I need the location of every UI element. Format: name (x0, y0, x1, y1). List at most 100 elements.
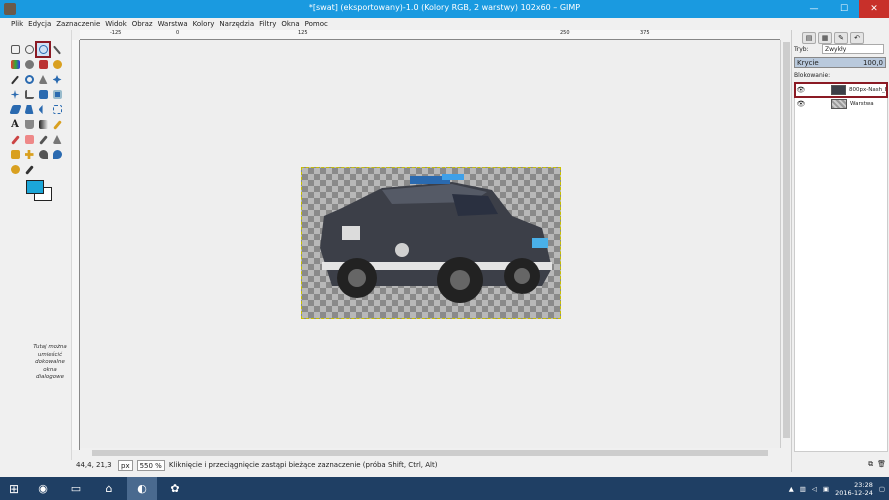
select-by-color-tool[interactable] (8, 57, 22, 72)
volume-icon[interactable]: ◁ (812, 485, 817, 493)
horizontal-scrollbar[interactable] (80, 448, 780, 458)
pencil-tool[interactable] (50, 117, 64, 132)
visibility-eye-icon[interactable]: 👁 (795, 86, 807, 94)
firefox-icon[interactable]: ◉ (28, 477, 58, 500)
scissors-icon (24, 60, 34, 69)
zoom-tool[interactable] (22, 72, 36, 87)
menu-view[interactable]: Widok (105, 18, 127, 30)
heal-tool[interactable] (22, 147, 36, 162)
move-icon (52, 75, 62, 84)
vertical-scrollbar-thumb[interactable] (783, 42, 790, 438)
foreground-color-swatch[interactable] (26, 180, 44, 194)
vertical-scrollbar[interactable] (780, 40, 791, 448)
windows-start-icon[interactable]: ⊞ (0, 477, 28, 500)
home-icon[interactable]: ⌂ (94, 477, 124, 500)
fg-bg-colors[interactable] (26, 180, 56, 204)
layer-row[interactable]: 👁 800px-Nash_B (794, 82, 888, 98)
paths-tab-icon[interactable]: ✎ (834, 32, 848, 44)
clone-tool[interactable] (8, 147, 22, 162)
paintbrush-tool[interactable] (8, 132, 22, 147)
menu-image[interactable]: Obraz (132, 18, 153, 30)
duplicate-layer-icon[interactable]: ⧉ (868, 460, 873, 470)
foreground-select-tool[interactable] (36, 57, 50, 72)
scissors-tool[interactable] (22, 57, 36, 72)
rotate-tool[interactable] (36, 87, 50, 102)
align-tool[interactable] (8, 87, 22, 102)
blend-tool[interactable] (36, 117, 50, 132)
clock-date: 2016-12-24 (835, 488, 873, 497)
file-explorer-icon[interactable]: ▭ (61, 477, 91, 500)
airbrush-tool[interactable] (36, 132, 50, 147)
image-layer-preview[interactable] (301, 167, 561, 319)
zoom-select[interactable]: 550 % (136, 459, 165, 471)
text-tool[interactable]: A (8, 117, 22, 132)
vertical-ruler[interactable] (72, 40, 80, 450)
cage-tool[interactable] (50, 102, 64, 117)
eraser-tool[interactable] (22, 132, 36, 147)
bucket-fill-tool[interactable] (22, 117, 36, 132)
undo-tab-icon[interactable]: ↶ (850, 32, 864, 44)
fuzzy-select-tool[interactable] (50, 42, 64, 57)
menu-windows[interactable]: Okna (281, 18, 299, 30)
menu-edit[interactable]: Edycja (28, 18, 51, 30)
color-tool[interactable] (22, 162, 36, 177)
ruler-label: 125 (298, 30, 308, 36)
tray-expand-icon[interactable]: ▲ (789, 485, 794, 493)
menu-file[interactable]: Plik (11, 18, 23, 30)
maximize-button[interactable]: ☐ (829, 0, 859, 18)
rect-select-tool[interactable] (8, 42, 22, 57)
shear-tool[interactable] (8, 102, 22, 117)
menu-select[interactable]: Zaznaczenie (56, 18, 100, 30)
layer-row[interactable]: 👁 Warstwa (795, 97, 887, 111)
crop-tool[interactable] (22, 87, 36, 102)
perspective-tool[interactable] (22, 102, 36, 117)
blur-tool[interactable] (8, 162, 22, 177)
menu-filters[interactable]: Filtry (259, 18, 276, 30)
heal-icon (24, 150, 34, 159)
smudge-tool[interactable] (36, 147, 50, 162)
gimp-taskbar-icon[interactable]: ◐ (127, 477, 157, 500)
rotate-icon (38, 90, 48, 99)
blur-icon (10, 165, 20, 174)
compass-icon (38, 75, 48, 84)
color-picker-tool[interactable] (8, 72, 22, 87)
network-icon[interactable]: ▥ (800, 485, 806, 493)
move-tool[interactable] (50, 72, 64, 87)
close-button[interactable]: ✕ (859, 0, 889, 18)
menu-colors[interactable]: Kolory (193, 18, 215, 30)
paths-icon (52, 60, 62, 69)
menu-help[interactable]: Pomoc (305, 18, 328, 30)
horizontal-scrollbar-thumb[interactable] (92, 450, 768, 456)
clock[interactable]: 23:28 2016-12-24 (835, 481, 873, 497)
horizontal-ruler[interactable]: -125 0 125 250 375 (80, 30, 780, 40)
layers-tab-icon[interactable]: ▤ (802, 32, 816, 44)
layer-mode-select[interactable]: Zwykły (822, 44, 884, 54)
dodge-burn-tool[interactable] (50, 147, 64, 162)
channels-tab-icon[interactable]: ▦ (818, 32, 832, 44)
scale-tool[interactable] (50, 87, 64, 102)
visibility-eye-icon[interactable]: 👁 (795, 100, 807, 108)
language-icon[interactable]: ▣ (823, 485, 829, 493)
flip-tool[interactable] (36, 102, 50, 117)
tool-grid: A (8, 41, 70, 177)
measure-tool[interactable] (36, 72, 50, 87)
free-select-tool[interactable] (35, 41, 51, 58)
minimize-button[interactable]: — (799, 0, 829, 18)
toolbox: A Tutaj można umieścić dokowalne okna di… (0, 30, 72, 460)
opacity-slider[interactable]: Krycie 100,0 (794, 57, 886, 68)
dock-bottom-buttons: ⧉ 🗑 (794, 460, 886, 470)
ellipse-select-tool[interactable] (22, 42, 36, 57)
menu-tools[interactable]: Narzędzia (219, 18, 254, 30)
paint-icon[interactable]: ✿ (160, 477, 190, 500)
paths-tool[interactable] (50, 57, 64, 72)
clone-stamp-icon (10, 150, 20, 159)
delete-layer-icon[interactable]: 🗑 (877, 460, 886, 470)
unit-select[interactable]: px (118, 459, 133, 471)
pencil-icon (52, 119, 62, 130)
windows-taskbar: ⊞ ◉ ▭ ⌂ ◐ ✿ ▲ ▥ ◁ ▣ 23:28 2016-12-24 ▢ (0, 477, 889, 500)
window-title: *[swat] (eksportowany)-1.0 (Kolory RGB, … (308, 3, 581, 12)
notifications-icon[interactable]: ▢ (879, 485, 885, 493)
pointer-coordinates: 44,4, 21,3 (76, 461, 112, 469)
ink-tool[interactable] (50, 132, 64, 147)
menu-layer[interactable]: Warstwa (158, 18, 188, 30)
